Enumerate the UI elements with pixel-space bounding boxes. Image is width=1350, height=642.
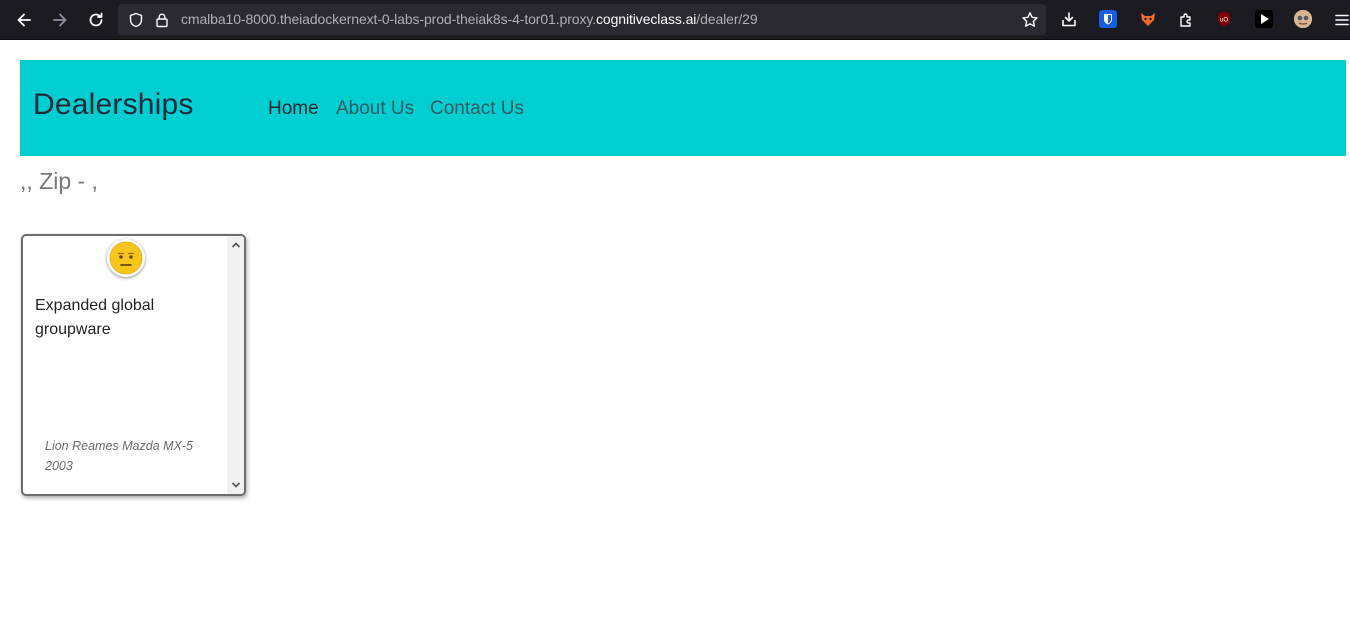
card-scrollbar[interactable] [227,236,244,494]
forward-icon[interactable] [48,8,72,32]
media-play-icon[interactable] [1255,10,1273,28]
neutral-face-icon [107,239,145,277]
review-card: Expanded global groupware Lion Reames Ma… [21,234,246,496]
reload-icon[interactable] [84,8,108,32]
nav-link-about-us[interactable]: About Us [336,98,414,120]
shield-icon[interactable] [124,8,148,32]
scroll-down-icon[interactable] [227,477,244,493]
fox-extension-icon[interactable] [1139,10,1157,28]
extensions-icon[interactable] [1174,8,1198,32]
bitwarden-icon[interactable] [1099,10,1117,28]
dealer-heading: ,, Zip - , [20,168,98,194]
review-car-info: Lion Reames Mazda MX-5 2003 [45,439,193,473]
nav-link-home[interactable]: Home [268,98,319,120]
svg-text:uO: uO [1220,18,1228,24]
lock-icon[interactable] [150,8,174,32]
ublock-icon[interactable]: uO [1215,10,1233,28]
nav-link-contact-us[interactable]: Contact Us [430,98,524,120]
site-navbar: Dealerships Home About Us Contact Us [20,60,1346,156]
scroll-up-icon[interactable] [227,237,244,253]
navbar-brand[interactable]: Dealerships [33,88,194,122]
review-text: Expanded global groupware [35,297,155,338]
browser-toolbar: cmalba10-8000.theiadockernext-0-labs-pro… [0,0,1350,40]
save-pocket-icon[interactable] [1057,8,1081,32]
back-icon[interactable] [12,8,36,32]
url-text[interactable]: cmalba10-8000.theiadockernext-0-labs-pro… [181,4,758,35]
profile-avatar-icon[interactable] [1294,10,1312,28]
menu-icon[interactable] [1330,8,1350,32]
bookmark-star-icon[interactable] [1018,8,1042,32]
url-bar[interactable]: cmalba10-8000.theiadockernext-0-labs-pro… [118,4,1046,35]
